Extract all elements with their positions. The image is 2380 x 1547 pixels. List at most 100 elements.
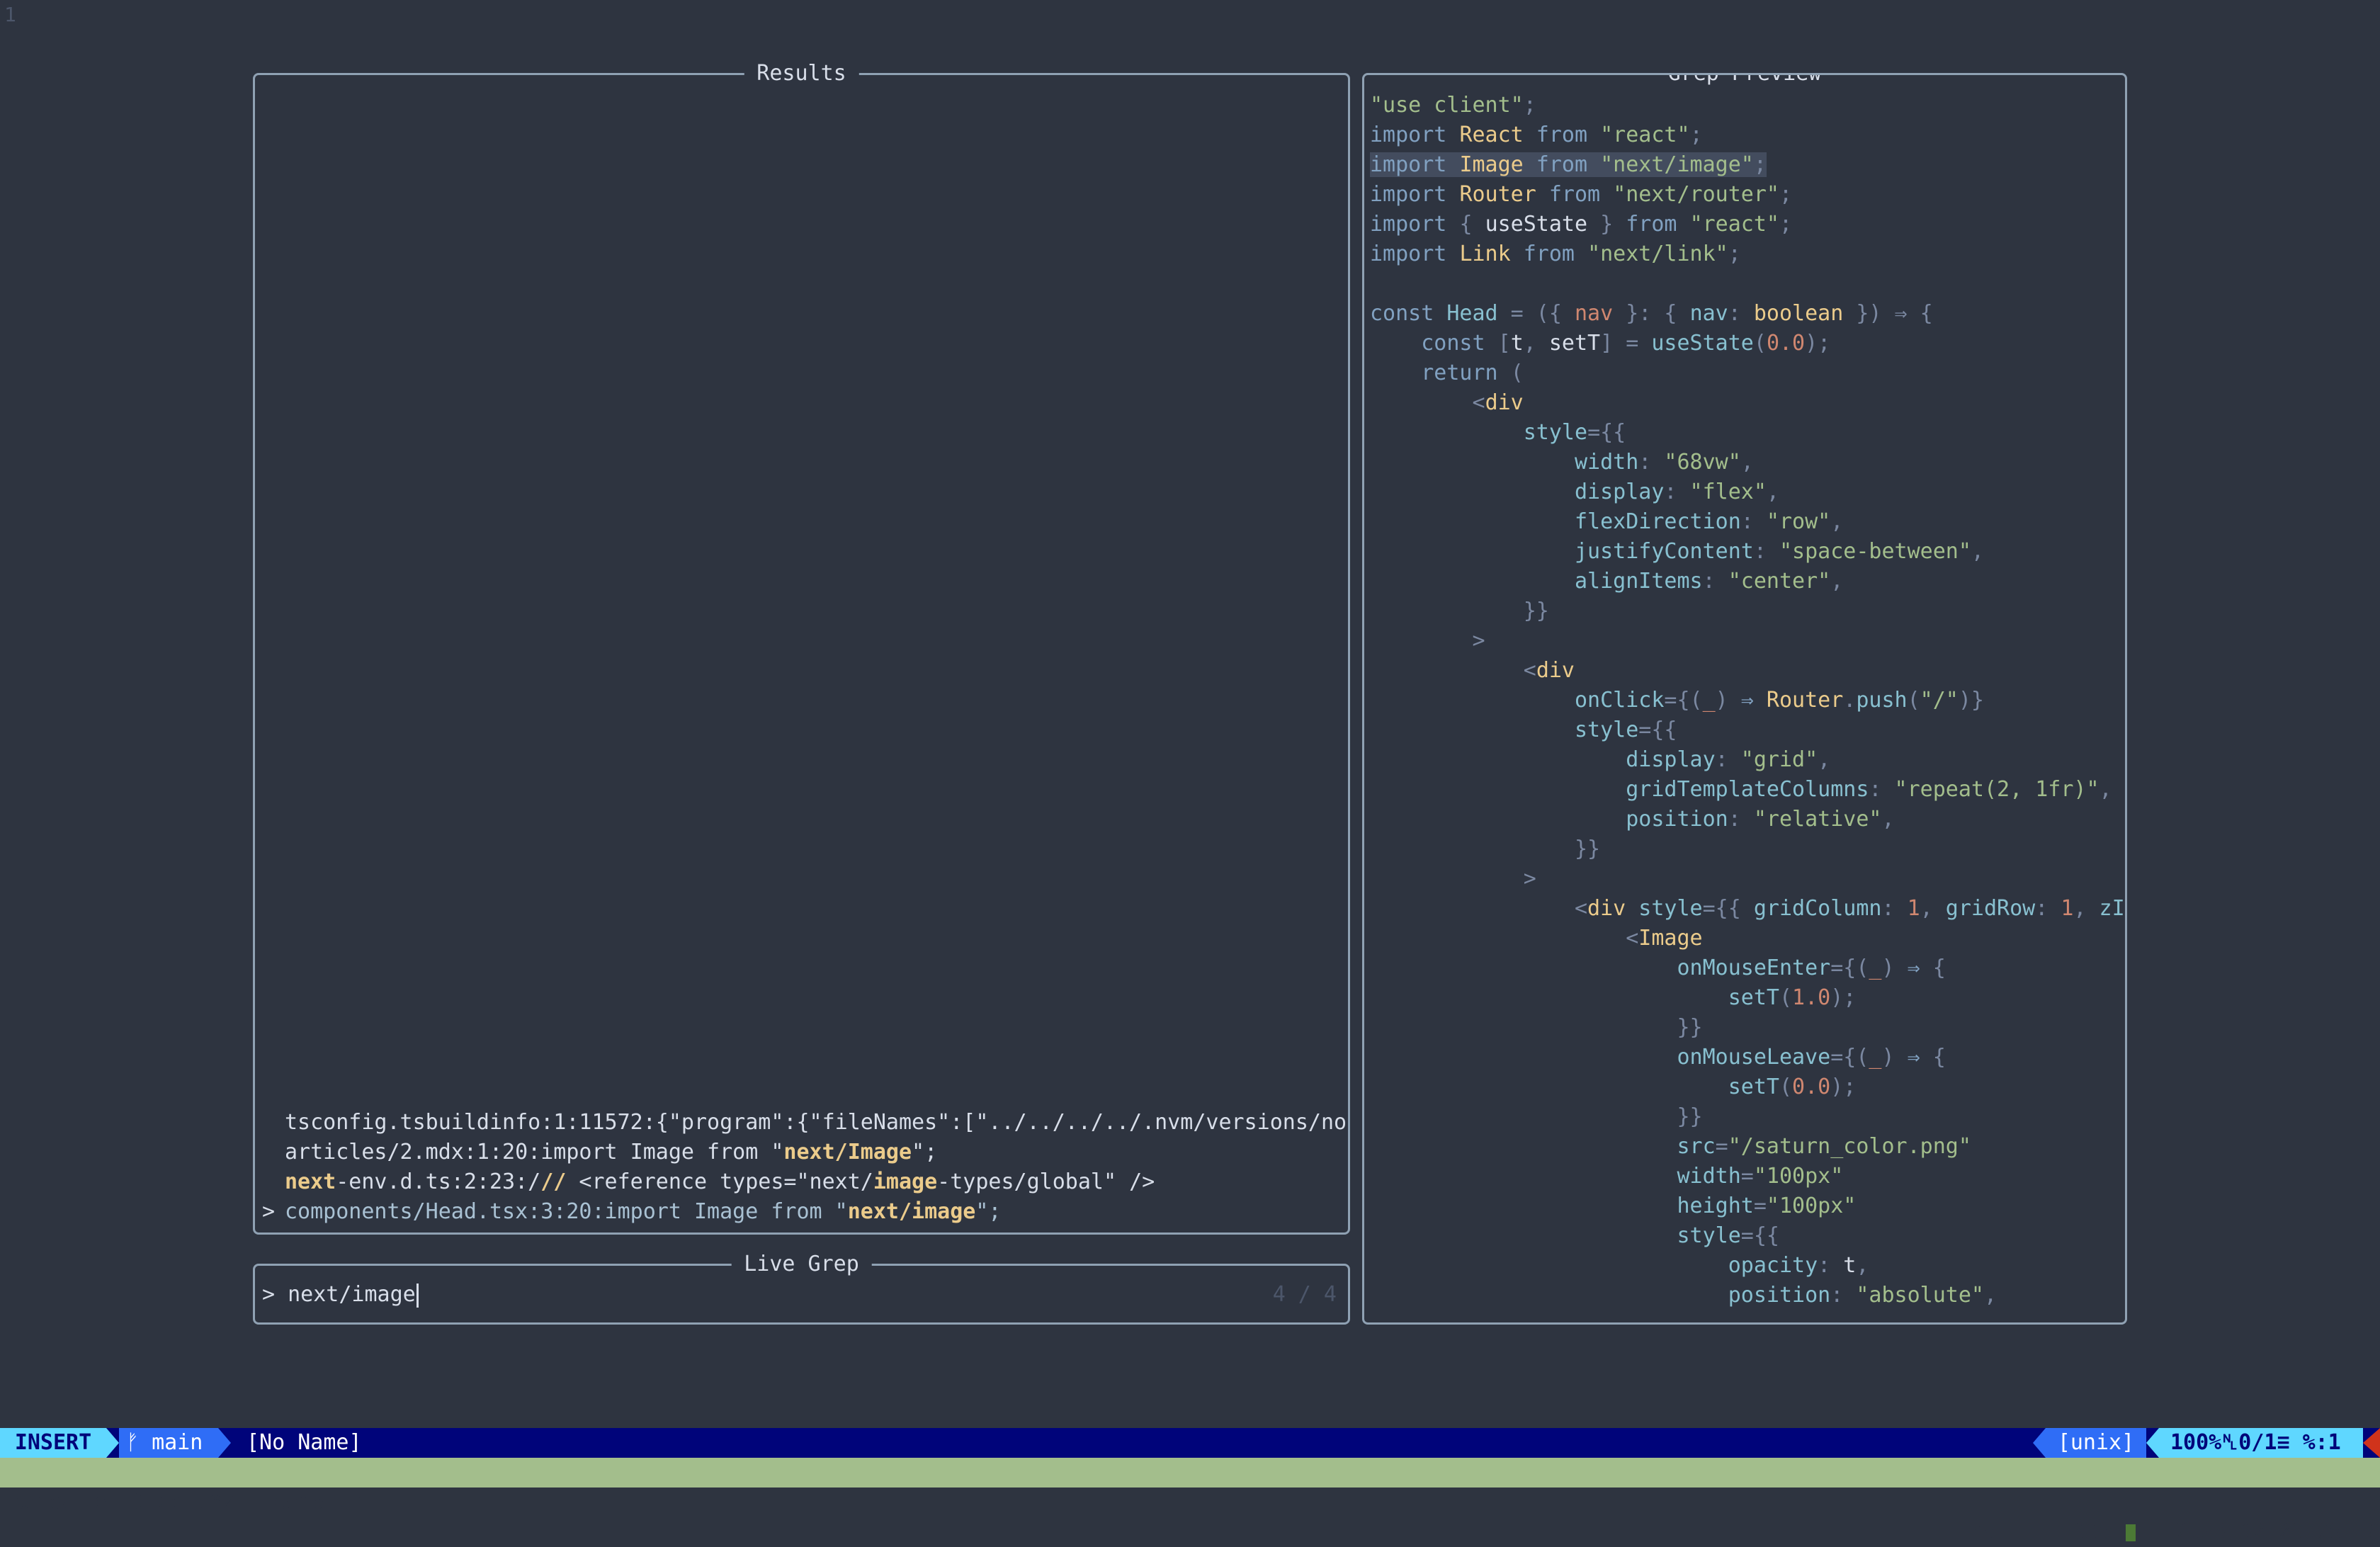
code-token: ; (1728, 242, 1741, 266)
line-icon: ␤ (2221, 1430, 2239, 1455)
code-token: : (1715, 747, 1741, 772)
code-token: src (1677, 1134, 1716, 1159)
tmux-session[interactable]: [website] 0:edit*Z 1:compile- (4, 1488, 375, 1517)
code-token: ; (1523, 93, 1536, 118)
code-token: { (1932, 956, 1946, 980)
code-token: , (1920, 896, 1946, 921)
code-token: nav (1689, 301, 1728, 326)
code-token: ) (1881, 956, 1908, 980)
code-token: Head (1446, 301, 1498, 326)
code-token: 1 (1907, 896, 1920, 921)
code-token: : (1881, 896, 1908, 921)
code-token: ; (1689, 123, 1703, 147)
code-token: "react" (1600, 123, 1690, 147)
code-token: : (1702, 569, 1728, 594)
code-token: ( (1779, 1075, 1793, 1099)
code-token: t (1510, 331, 1524, 356)
code-token: "center" (1728, 569, 1831, 594)
code-token: nav (1575, 301, 1614, 326)
code-token: ⇒ (1740, 688, 1767, 713)
code-token: < (1574, 896, 1588, 921)
code-token: }} (1574, 837, 1601, 861)
code-token: position (1728, 1283, 1831, 1308)
match-highlight: // (540, 1169, 567, 1194)
scroll-percent: 100% (2170, 1430, 2222, 1455)
result-row[interactable]: articles/2.mdx:1:20:import Image from "n… (255, 1138, 1348, 1167)
code-token: ( (1753, 331, 1767, 356)
code-token: : (1638, 450, 1665, 475)
code-token: div (1536, 658, 1575, 683)
code-line: flexDirection: "row", (1370, 507, 2125, 537)
live-grep-panel[interactable]: Live Grep > next/image 4 / 4 (253, 1250, 1350, 1325)
code-token: ={( (1830, 1045, 1869, 1070)
code-token: < (1472, 390, 1485, 415)
code-token: Link (1459, 242, 1511, 266)
code-token: setT (1728, 985, 1779, 1010)
code-preview: "use client"; import React from "react"; i… (1370, 91, 2125, 1310)
code-token: = (1753, 1194, 1767, 1218)
code-line: height="100px" (1370, 1191, 2125, 1221)
code-line: onMouseEnter={(_) ⇒ { (1370, 953, 2125, 983)
git-branch: ᚠ main (119, 1428, 218, 1458)
code-token: , (1830, 509, 1844, 534)
code-token: "100px" (1766, 1194, 1857, 1218)
code-line: position: "relative", (1370, 805, 2125, 834)
code-token: }} (1677, 1104, 1703, 1129)
code-token: ={{ (1740, 1223, 1779, 1248)
code-line: gridTemplateColumns: "repeat(2, 1fr)", (1370, 775, 2125, 805)
mode-indicator: INSERT (0, 1428, 106, 1458)
separator-icon (106, 1428, 119, 1458)
code-line: width="100px" (1370, 1162, 2125, 1191)
code-token: { (1932, 1045, 1946, 1070)
code-line: }} (1370, 596, 2125, 626)
code-line: setT(0.0); (1370, 1072, 2125, 1102)
search-query: next/image (288, 1282, 416, 1307)
result-row[interactable]: > components/Head.tsx:3:20:import Image f… (255, 1197, 1348, 1227)
result-text: tsconfig.tsbuildinfo:1:11572:{"program":… (285, 1110, 1347, 1135)
code-token: return (1421, 361, 1511, 385)
code-token: display (1574, 480, 1665, 504)
code-token: const (1370, 301, 1447, 326)
code-token: Router (1766, 688, 1844, 713)
code-token: const (1421, 331, 1498, 356)
code-token: ); (1805, 331, 1831, 356)
code-line: justifyContent: "space-between", (1370, 537, 2125, 567)
code-token: Router (1459, 182, 1536, 207)
result-text: <reference types="next/ (566, 1169, 873, 1194)
code-token: "68vw" (1664, 450, 1741, 475)
result-text: "; (975, 1199, 1002, 1224)
code-token: , (1971, 539, 1984, 564)
code-token: import (1370, 182, 1460, 207)
code-token: div (1485, 390, 1524, 415)
result-row[interactable]: next-env.d.ts:2:23:/// <reference types=… (255, 1167, 1348, 1197)
code-token: : (1728, 807, 1754, 832)
match-highlight: next/Image (783, 1140, 912, 1164)
results-list: tsconfig.tsbuildinfo:1:11572:{"program":… (255, 1108, 1348, 1227)
code-token: ={{ (1638, 718, 1677, 742)
code-token: style (1626, 896, 1703, 921)
code-token: }} (1523, 599, 1549, 623)
result-row[interactable]: tsconfig.tsbuildinfo:1:11572:{"program":… (255, 1108, 1348, 1138)
search-input[interactable]: > next/image (262, 1280, 419, 1310)
code-line: display: "flex", (1370, 477, 2125, 507)
code-token: : (1728, 301, 1754, 326)
match-highlight: next (285, 1169, 336, 1194)
code-line: style={{ (1370, 418, 2125, 448)
grep-preview-panel[interactable]: Grep Preview "use client"; import React f… (1362, 73, 2127, 1325)
code-token: width (1574, 450, 1639, 475)
code-token: "row" (1766, 509, 1831, 534)
code-token: gridRow (1945, 896, 2036, 921)
result-text: "; (912, 1140, 938, 1164)
code-token: } (1587, 212, 1614, 237)
code-token: "next/link" (1587, 242, 1728, 266)
code-token: useState (1651, 331, 1754, 356)
code-token: "relative" (1753, 807, 1882, 832)
code-token: import (1370, 152, 1460, 177)
code-token: from (1510, 242, 1588, 266)
code-token: "grid" (1740, 747, 1818, 772)
code-token: : (1830, 1283, 1857, 1308)
code-token: "next/image" (1600, 152, 1754, 177)
warning-indicator (2363, 1428, 2380, 1458)
line-info: 0/1 (2238, 1430, 2277, 1455)
